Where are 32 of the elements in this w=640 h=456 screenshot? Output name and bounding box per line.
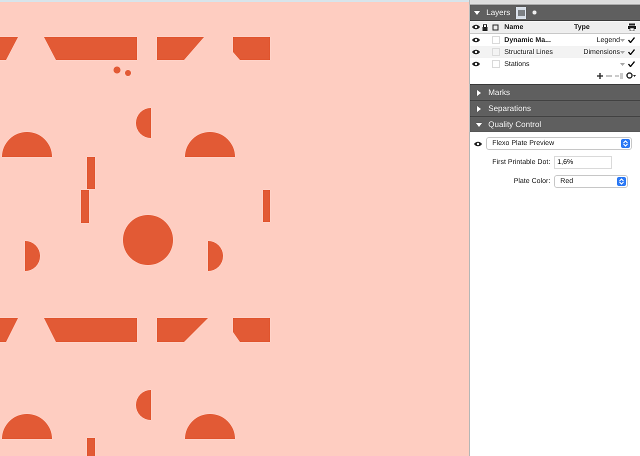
disclosure-triangle-icon[interactable] bbox=[474, 10, 480, 16]
eye-icon[interactable] bbox=[472, 49, 480, 55]
stepper-icon bbox=[621, 139, 630, 148]
checkmark-icon[interactable] bbox=[628, 49, 635, 55]
stepper-icon bbox=[617, 177, 626, 186]
panel-title: Layers bbox=[486, 8, 510, 17]
gear-icon[interactable] bbox=[626, 72, 636, 79]
remove-icon[interactable] bbox=[606, 72, 612, 78]
square-icon bbox=[492, 36, 500, 44]
frame-icon bbox=[492, 24, 500, 30]
eye-icon[interactable] bbox=[474, 140, 482, 146]
square-icon bbox=[492, 60, 500, 68]
add-icon[interactable] bbox=[597, 72, 603, 78]
checkmark-icon[interactable] bbox=[628, 37, 635, 43]
eye-icon[interactable] bbox=[472, 61, 480, 67]
section-title: Separations bbox=[488, 104, 531, 113]
indent-icon[interactable] bbox=[615, 72, 623, 78]
section-header[interactable]: Marks bbox=[470, 84, 640, 100]
section-header[interactable]: Separations bbox=[470, 100, 640, 116]
eye-icon[interactable] bbox=[472, 37, 480, 43]
section-header[interactable]: Quality Control bbox=[470, 116, 640, 132]
disclosure-triangle-icon[interactable] bbox=[476, 122, 482, 128]
printer-icon bbox=[628, 23, 636, 31]
section-title: Marks bbox=[488, 88, 510, 97]
circle-icon[interactable] bbox=[532, 10, 538, 15]
checkmark-icon[interactable] bbox=[628, 61, 635, 67]
disclosure-triangle-icon[interactable] bbox=[476, 106, 482, 112]
list-icon[interactable] bbox=[516, 6, 526, 18]
lock-icon bbox=[482, 24, 488, 30]
section-title: Quality Control bbox=[488, 120, 542, 129]
eye-icon[interactable] bbox=[472, 24, 480, 30]
disclosure-triangle-icon[interactable] bbox=[476, 90, 482, 96]
